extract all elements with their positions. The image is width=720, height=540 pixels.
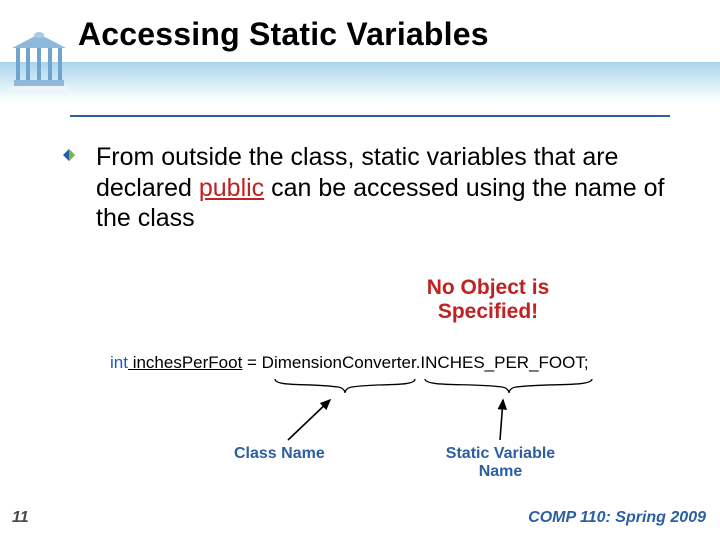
code-varname: inchesPerFoot [128,353,242,372]
slide-title: Accessing Static Variables [78,16,489,53]
annotation-arrows [0,370,720,480]
callout-no-object: No Object is Specified! [378,276,598,324]
course-footer: COMP 110: Spring 2009 [528,509,706,527]
body-paragraph: From outside the class, static variables… [96,142,686,234]
unc-well-logo [6,30,72,96]
code-example: int inchesPerFoot = DimensionConverter.I… [110,353,589,373]
bullet-icon [63,149,75,161]
header-gradient [0,62,720,102]
code-keyword: int [110,353,128,372]
callout-line2: Specified! [438,300,538,323]
body-public-word: public [199,174,264,202]
label-class-name: Class Name [234,445,325,463]
code-rest: = DimensionConverter.INCHES_PER_FOOT; [242,353,588,372]
title-underline [70,115,670,117]
page-number: 11 [12,509,29,527]
label-static-variable-name: Static Variable Name [418,445,583,482]
callout-line1: No Object is [427,276,550,299]
